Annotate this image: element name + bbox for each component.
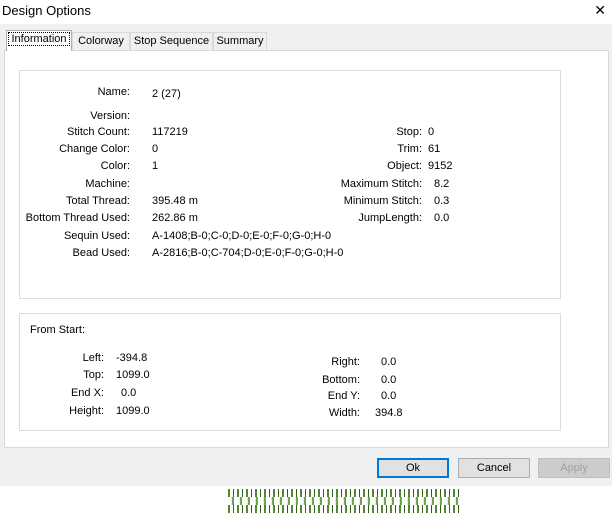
left-label: Left: xyxy=(82,352,104,364)
end-x-label: End X: xyxy=(70,387,104,399)
right-label: Right: xyxy=(331,356,360,368)
bead-used-value: A-2816;B-0;C-704;D-0;E-0;F-0;G-0;H-0 xyxy=(152,247,344,259)
height-value: 1099.0 xyxy=(116,405,150,417)
name-value: 2 (27) xyxy=(152,88,181,100)
version-label: Version: xyxy=(90,110,130,122)
change-color-label: Change Color: xyxy=(59,143,130,155)
stop-value: 0 xyxy=(428,126,435,138)
sequin-used-value: A-1408;B-0;C-0;D-0;E-0;F-0;G-0;H-0 xyxy=(152,230,332,242)
embroidery-preview-strip-overlay xyxy=(228,497,462,505)
right-value: 0.0 xyxy=(381,356,397,368)
stitch-count-value: 117219 xyxy=(152,126,188,138)
top-label: Top: xyxy=(83,369,104,381)
cancel-button[interactable]: Cancel xyxy=(458,458,530,478)
min-stitch-label: Minimum Stitch: xyxy=(343,195,422,207)
end-x-value: 0.0 xyxy=(121,387,137,399)
from-start-heading: From Start: xyxy=(30,324,86,336)
width-value: 394.8 xyxy=(375,407,403,419)
height-label: Height: xyxy=(69,405,104,417)
bottom-value: 0.0 xyxy=(381,374,397,386)
top-value: 1099.0 xyxy=(116,369,150,381)
bottom-thread-value: 262.86 m xyxy=(152,212,198,224)
tab-information-label: Information xyxy=(8,32,70,46)
tab-information[interactable]: Information xyxy=(6,30,72,51)
total-thread-value: 395.48 m xyxy=(152,195,198,207)
tab-summary[interactable]: Summary xyxy=(213,32,267,50)
total-thread-label: Total Thread: xyxy=(65,195,130,207)
left-value: -394.8 xyxy=(116,352,148,364)
design-info-group: Name: 2 (27) Version: Stitch Count: 1172… xyxy=(19,70,561,299)
object-label: Object: xyxy=(387,160,422,172)
color-value: 1 xyxy=(152,160,159,172)
machine-label: Machine: xyxy=(85,178,130,190)
max-stitch-value: 8.2 xyxy=(434,178,450,190)
tab-colorway[interactable]: Colorway xyxy=(72,32,130,50)
stop-label: Stop: xyxy=(396,126,422,138)
object-value: 9152 xyxy=(428,160,453,172)
stitch-count-label: Stitch Count: xyxy=(67,126,130,138)
bottom-label: Bottom: xyxy=(322,374,360,386)
information-panel: Name: 2 (27) Version: Stitch Count: 1172… xyxy=(4,50,609,448)
window-title: Design Options xyxy=(2,3,91,18)
end-y-label: End Y: xyxy=(327,390,360,402)
tab-stop-sequence[interactable]: Stop Sequence xyxy=(130,32,213,50)
apply-button[interactable]: Apply xyxy=(538,458,610,478)
bottom-thread-label: Bottom Thread Used: xyxy=(25,212,130,224)
max-stitch-label: Maximum Stitch: xyxy=(340,178,422,190)
title-bar: Design Options ✕ xyxy=(0,0,612,24)
sequin-used-label: Sequin Used: xyxy=(63,230,130,242)
trim-value: 61 xyxy=(428,143,441,155)
jump-length-value: 0.0 xyxy=(434,212,450,224)
close-icon[interactable]: ✕ xyxy=(594,2,606,19)
ok-button[interactable]: Ok xyxy=(377,458,449,478)
bead-used-label: Bead Used: xyxy=(72,247,130,259)
change-color-value: 0 xyxy=(152,143,159,155)
design-options-dialog: Information Colorway Stop Sequence Summa… xyxy=(0,24,612,486)
width-label: Width: xyxy=(328,407,360,419)
min-stitch-value: 0.3 xyxy=(434,195,450,207)
end-y-value: 0.0 xyxy=(381,390,397,402)
from-start-group: From Start: Left: -394.8 Top: 1099.0 End… xyxy=(19,313,561,431)
trim-label: Trim: xyxy=(397,143,422,155)
jump-length-label: JumpLength: xyxy=(358,212,422,224)
color-label: Color: xyxy=(100,160,130,172)
name-label: Name: xyxy=(97,86,130,98)
